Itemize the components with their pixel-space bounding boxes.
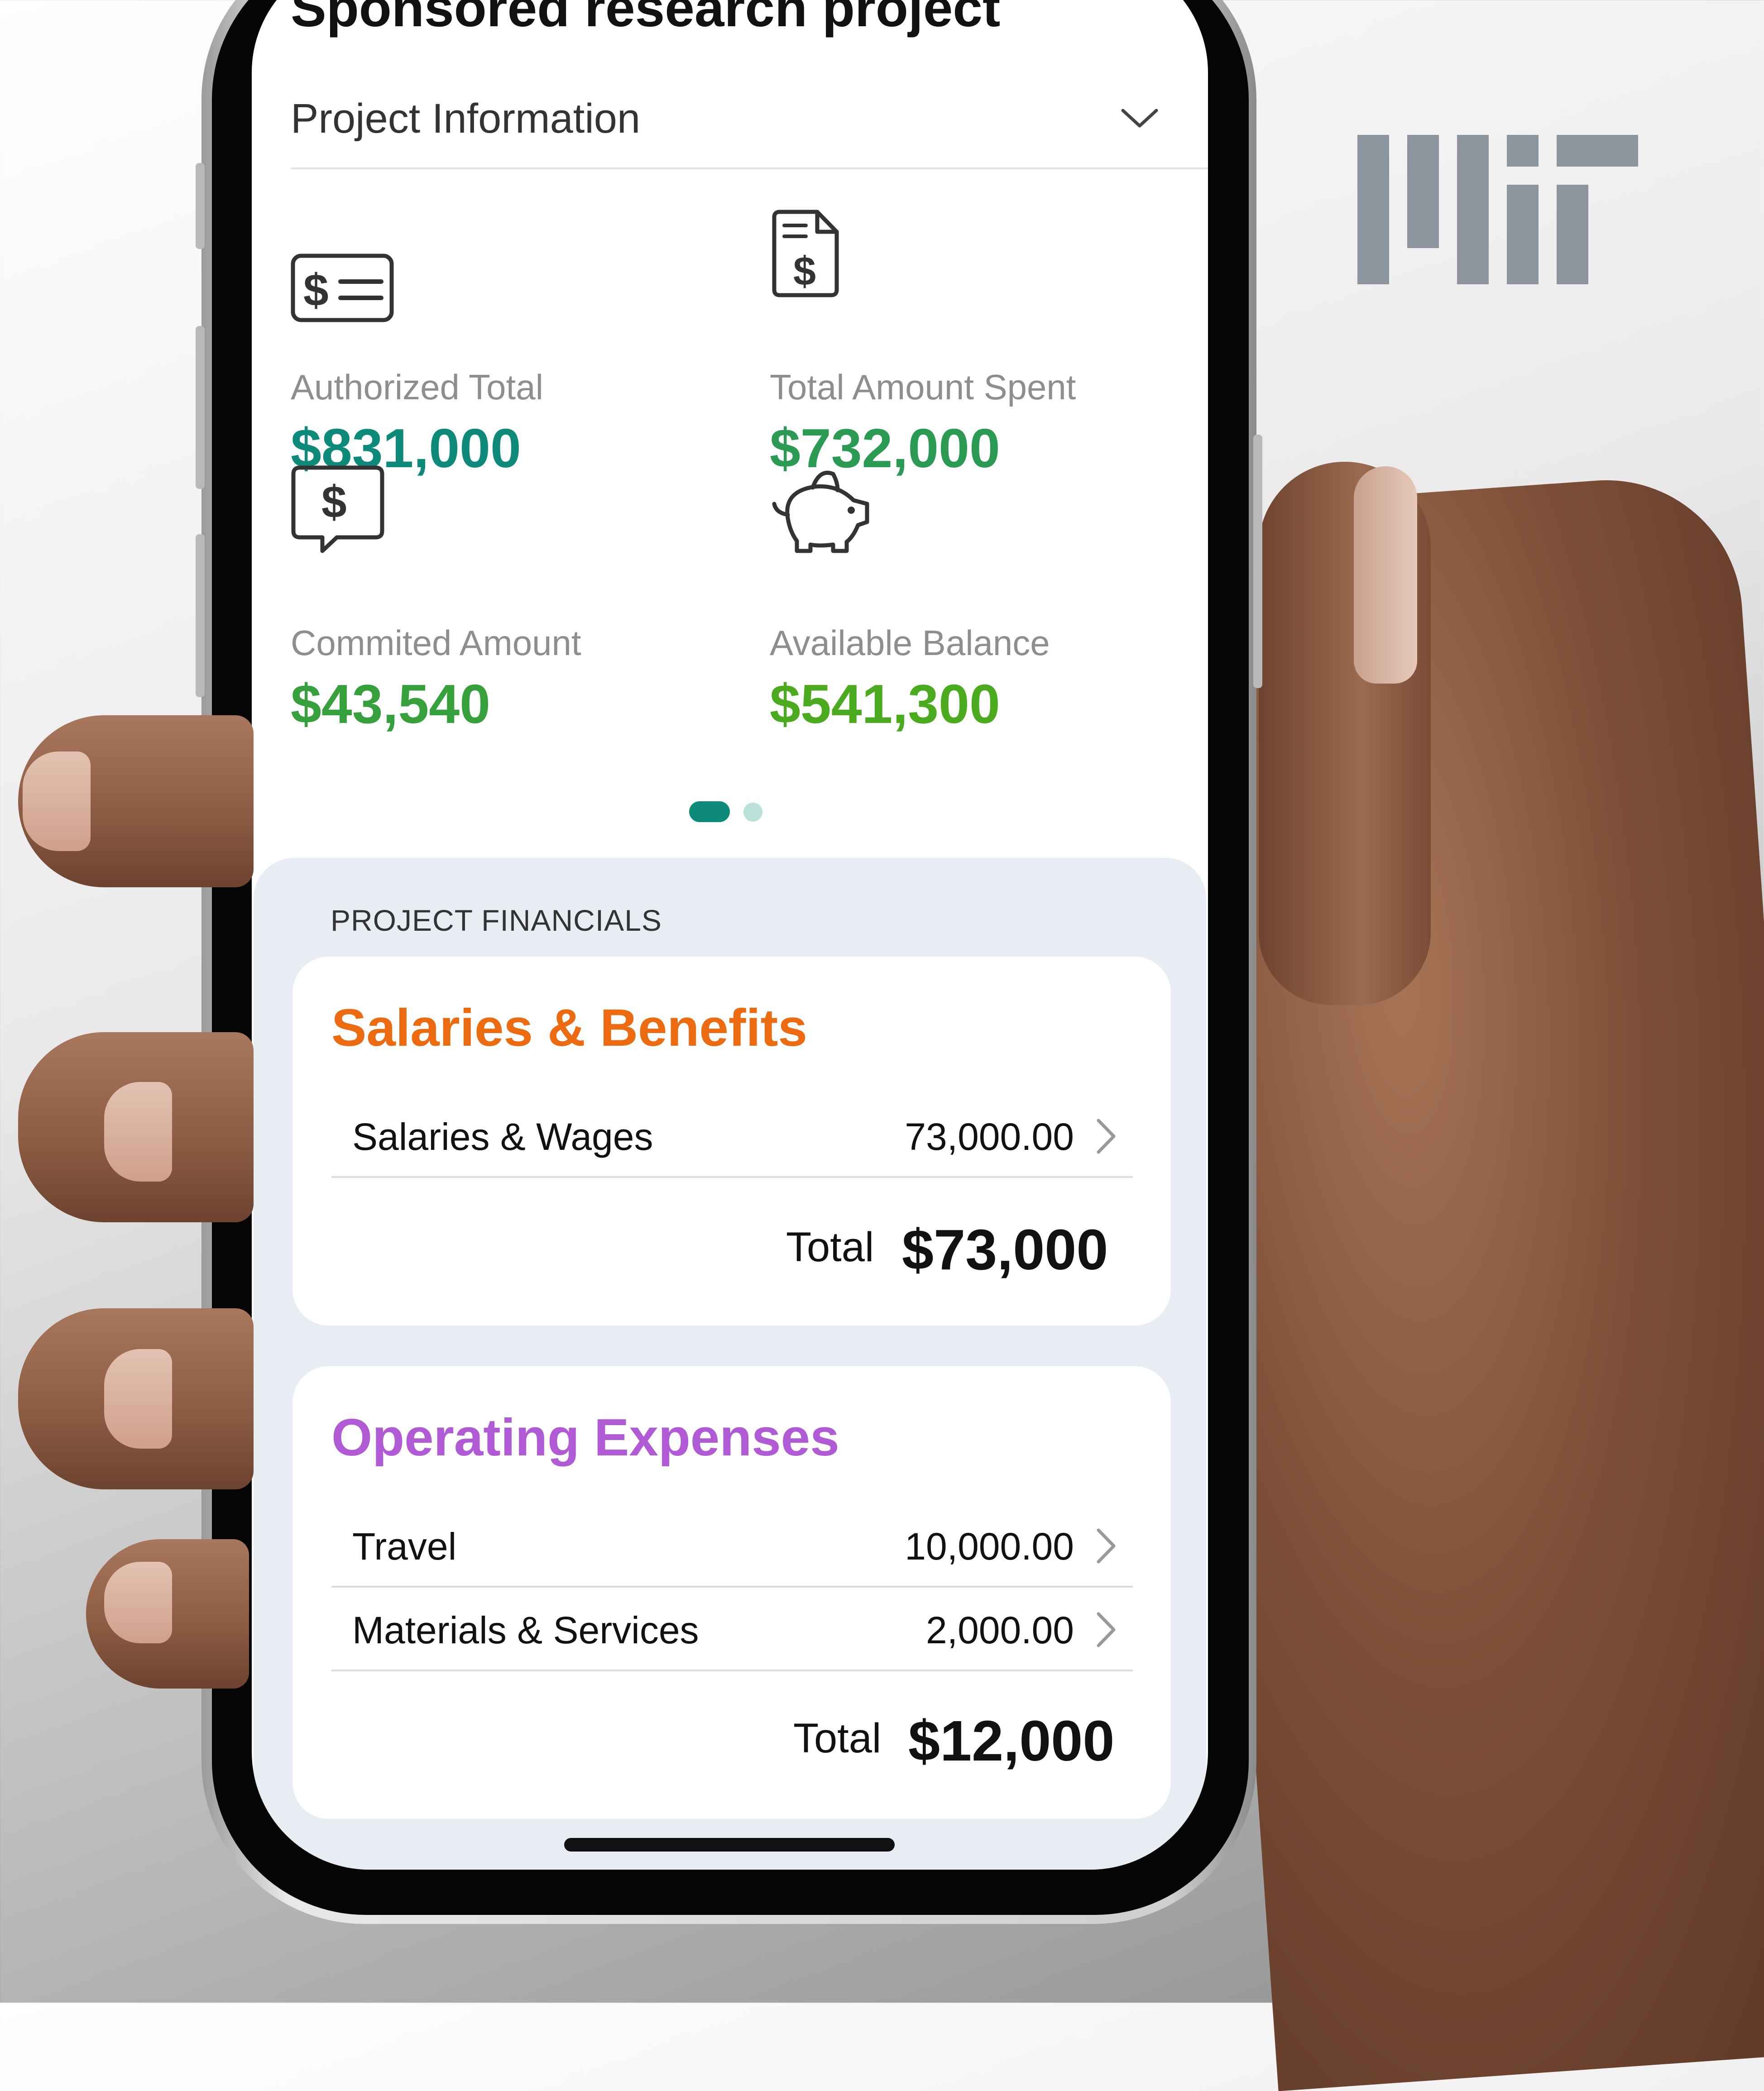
total-label: Total [786,1224,874,1270]
stat-available-balance: Available Balance $541,300 [770,470,1208,763]
chevron-right-icon [1097,1528,1116,1564]
line-item-salaries-wages[interactable]: Salaries & Wages 73,000.00 [331,1092,1133,1178]
chevron-down-icon [1121,109,1158,128]
project-information-dropdown[interactable]: Project Information [291,72,1208,169]
thumb-nail [1354,466,1417,684]
chevron-right-icon [1097,1119,1116,1154]
line-item-amount: 2,000.00 [926,1609,1074,1651]
dollar-receipt-icon: $ [772,210,839,297]
finger-nail [104,1562,172,1643]
operating-expenses-card: Operating Expenses Travel 10,000.00 Mate… [292,1366,1171,1819]
stat-commited-amount: $ Commited Amount $43,540 [291,465,743,763]
svg-text:$: $ [793,249,816,294]
card-title: Salaries & Benefits [331,998,807,1057]
dollar-document-icon: $ [291,254,394,322]
finger-nail [23,751,91,851]
chevron-right-icon [1097,1612,1116,1647]
line-item-travel[interactable]: Travel 10,000.00 [331,1502,1133,1588]
mit-logo [1357,135,1638,284]
line-item-amount: 10,000.00 [905,1525,1074,1568]
project-financials-section: PROJECT FINANCIALS Salaries & Benefits S… [254,858,1206,1870]
total-value: $73,000 [902,1218,1108,1282]
total-label: Total [793,1715,882,1761]
section-label: Project Information [291,96,641,142]
page-indicator[interactable] [689,801,780,822]
volume-down-button [196,534,205,697]
page-title: Sponsored research project [291,0,1001,38]
svg-text:$: $ [321,477,347,527]
line-item-amount: 73,000.00 [905,1115,1074,1158]
line-item-materials-services[interactable]: Materials & Services 2,000.00 [331,1586,1133,1671]
card-title: Operating Expenses [331,1408,839,1467]
dollar-speech-bubble-icon: $ [291,465,384,553]
stat-value: $541,300 [770,673,1000,735]
stat-value: $43,540 [291,673,490,735]
volume-up-button [196,326,205,489]
page-dot[interactable] [743,803,762,822]
power-button [1253,435,1262,688]
home-indicator[interactable] [564,1838,895,1852]
line-item-label: Materials & Services [352,1609,699,1651]
page-dot-active[interactable] [689,801,730,822]
phone-side-button [196,163,205,249]
finger-nail [104,1082,172,1182]
line-item-label: Travel [352,1525,457,1568]
svg-text:$: $ [303,265,329,316]
hand-palm [1168,471,1764,2091]
total-value: $12,000 [908,1709,1115,1773]
stat-label: Commited Amount [291,623,581,663]
piggy-bank-icon [772,470,869,553]
salaries-benefits-card: Salaries & Benefits Salaries & Wages 73,… [292,957,1171,1325]
section-heading: PROJECT FINANCIALS [331,904,662,937]
line-item-label: Salaries & Wages [352,1115,653,1158]
stat-label: Total Amount Spent [770,367,1076,407]
finger-nail [104,1349,172,1449]
stat-label: Authorized Total [291,367,543,407]
stat-label: Available Balance [770,623,1050,663]
app-screen: Sponsored research project Project Infor… [252,0,1208,1870]
